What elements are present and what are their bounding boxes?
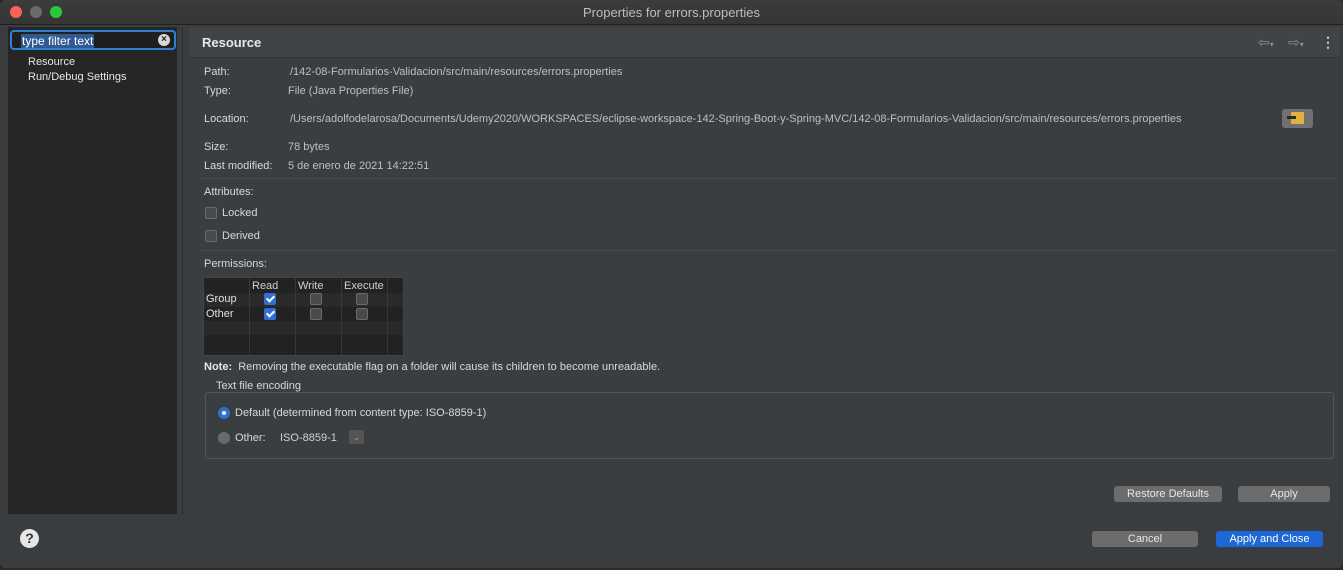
attributes-label: Attributes: [204, 186, 254, 198]
column-divider [249, 278, 250, 355]
column-header-execute[interactable]: Execute [344, 280, 384, 292]
default-encoding-radio[interactable] [218, 407, 230, 419]
type-value: File (Java Properties File) [288, 85, 414, 97]
text-file-encoding-title: Text file encoding [216, 380, 301, 392]
page-header [190, 27, 1340, 58]
size-label: Size: [204, 141, 229, 153]
properties-dialog: Properties for errors.properties type fi… [0, 0, 1343, 568]
table-row [204, 335, 403, 349]
divider [200, 178, 1336, 179]
title-bar: Properties for errors.properties [0, 0, 1343, 25]
apply-and-close-button[interactable]: Apply and Close [1216, 531, 1323, 547]
path-label: Path: [204, 66, 230, 78]
kebab-menu-icon[interactable]: ⋮ [1321, 34, 1335, 51]
help-icon[interactable]: ? [20, 529, 39, 548]
derived-checkbox[interactable] [205, 230, 217, 242]
locked-label[interactable]: Locked [222, 207, 257, 219]
clear-filter-icon[interactable]: × [158, 34, 170, 46]
cancel-button[interactable]: Cancel [1092, 531, 1198, 547]
text-file-encoding-group [205, 392, 1334, 459]
derived-label[interactable]: Derived [222, 230, 260, 242]
other-encoding-combo[interactable]: ISO-8859-1 [280, 432, 337, 444]
table-row [204, 321, 403, 335]
size-value: 78 bytes [288, 141, 330, 153]
column-header-write[interactable]: Write [298, 280, 323, 292]
other-encoding-radio[interactable] [218, 432, 230, 444]
permissions-note: Note: Removing the executable flag on a … [204, 361, 660, 373]
column-divider [387, 278, 388, 355]
other-write-checkbox[interactable] [310, 308, 322, 320]
other-encoding-label[interactable]: Other: [235, 432, 266, 444]
permissions-label: Permissions: [204, 258, 267, 270]
last-modified-label: Last modified: [204, 160, 273, 172]
note-prefix: Note: [204, 361, 233, 373]
group-execute-checkbox[interactable] [356, 293, 368, 305]
column-divider [341, 278, 342, 355]
path-value: /142-08-Formularios-Validacion/src/main/… [290, 66, 623, 78]
chevron-down-icon[interactable]: ⌄ [349, 430, 364, 444]
filter-input-text[interactable]: type filter text [21, 34, 95, 48]
permissions-table: Read Write Execute Group Other [203, 277, 404, 356]
filter-input[interactable]: type filter text × [10, 30, 176, 50]
other-execute-checkbox[interactable] [356, 308, 368, 320]
arrow-right-icon[interactable]: ⇨▾ [1288, 34, 1304, 51]
location-label: Location: [204, 113, 249, 125]
type-label: Type: [204, 85, 231, 97]
locked-checkbox[interactable] [205, 207, 217, 219]
location-value: /Users/adolfodelarosa/Documents/Udemy202… [290, 113, 1182, 125]
row-label-group: Group [206, 293, 237, 305]
panel-divider[interactable] [182, 27, 183, 514]
window-title: Properties for errors.properties [582, 5, 760, 20]
row-label-other: Other [206, 308, 234, 320]
divider [200, 250, 1336, 251]
arrow-left-icon[interactable]: ⇦▾ [1258, 34, 1274, 51]
group-write-checkbox[interactable] [310, 293, 322, 305]
column-divider [295, 278, 296, 355]
note-text: Removing the executable flag on a folder… [238, 361, 661, 373]
default-encoding-label[interactable]: Default (determined from content type: I… [235, 407, 486, 419]
tree-item-run-debug-settings[interactable]: Run/Debug Settings [28, 71, 126, 83]
column-header-read[interactable]: Read [252, 280, 278, 292]
page-tree-panel [8, 27, 177, 514]
open-folder-icon [1287, 112, 1304, 124]
restore-defaults-button[interactable]: Restore Defaults [1114, 486, 1222, 502]
show-in-system-explorer-button[interactable] [1282, 109, 1313, 128]
last-modified-value: 5 de enero de 2021 14:22:51 [288, 160, 430, 172]
apply-button[interactable]: Apply [1238, 486, 1330, 502]
other-read-checkbox[interactable] [264, 308, 276, 320]
page-title: Resource [202, 35, 262, 50]
group-read-checkbox[interactable] [264, 293, 276, 305]
tree-item-resource[interactable]: Resource [28, 56, 75, 68]
